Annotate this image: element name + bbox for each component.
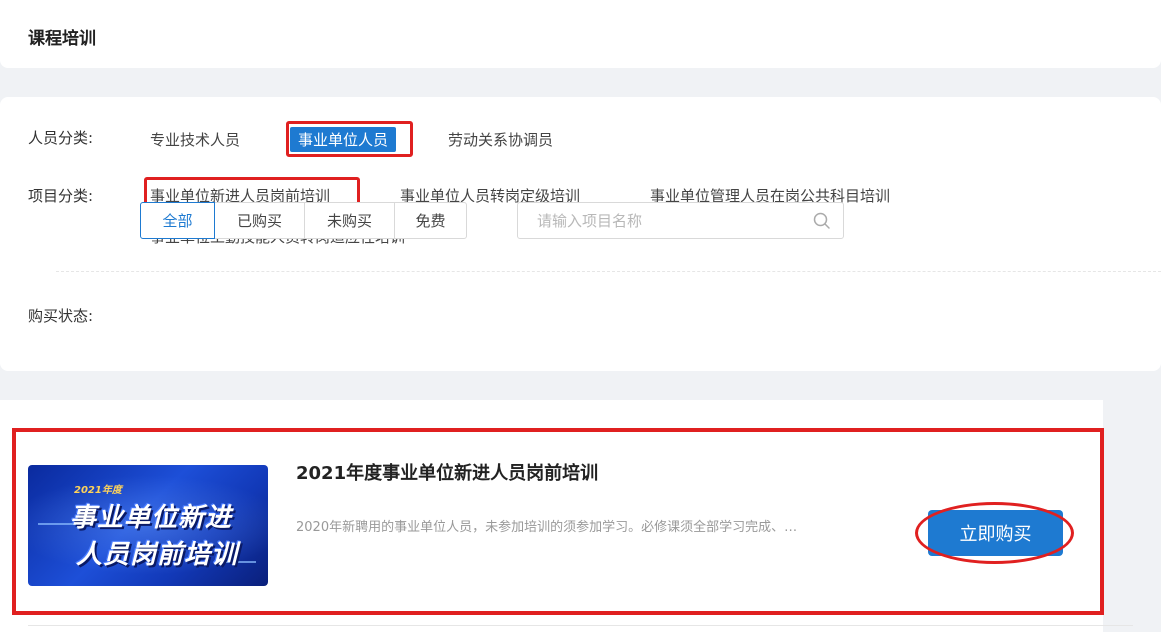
personnel-label: 人员分类: [28,129,94,147]
thumbnail-title-line2: 人员岗前培训 [76,540,239,570]
purchase-option-not-purchased[interactable]: 未购买 [304,202,395,239]
search-input[interactable] [518,203,808,238]
divider [56,271,1161,272]
project-label: 项目分类: [28,187,94,205]
purchase-status-segmented: 全部 已购买 未购买 免费 [140,202,467,239]
right-gutter [1103,400,1161,632]
course-title[interactable]: 2021年度事业单位新进人员岗前培训 [296,459,598,485]
thumbnail-year: 2021年度 [74,485,122,496]
header-card: 课程培训 [0,0,1161,68]
thumbnail-title-line1: 事业单位新进 [70,503,233,533]
search-icon[interactable] [813,212,831,230]
personnel-option-professional[interactable]: 专业技术人员 [150,129,240,150]
buy-now-button[interactable]: 立即购买 [928,510,1063,556]
purchase-option-purchased[interactable]: 已购买 [214,202,305,239]
purchase-option-all[interactable]: 全部 [140,202,215,239]
page: 课程培训 人员分类: 专业技术人员 事业单位人员 劳动关系协调员 项目分类: 事… [0,0,1161,632]
purchase-option-free[interactable]: 免费 [394,202,467,239]
page-title: 课程培训 [28,29,96,49]
course-thumbnail[interactable]: 2021年度 事业单位新进 人员岗前培训 [28,465,268,586]
search-box [517,202,844,239]
personnel-option-labor-coordinator[interactable]: 劳动关系协调员 [448,129,553,150]
filter-panel: 人员分类: 专业技术人员 事业单位人员 劳动关系协调员 项目分类: 事业单位新进… [0,97,1161,371]
course-description: 2020年新聘用的事业单位人员，未参加培训的须参加学习。必修课须全部学习完成、… [296,520,798,535]
personnel-option-public-institution[interactable]: 事业单位人员 [290,127,397,152]
purchase-label: 购买状态: [28,307,94,325]
card-bottom-border [28,625,1133,626]
